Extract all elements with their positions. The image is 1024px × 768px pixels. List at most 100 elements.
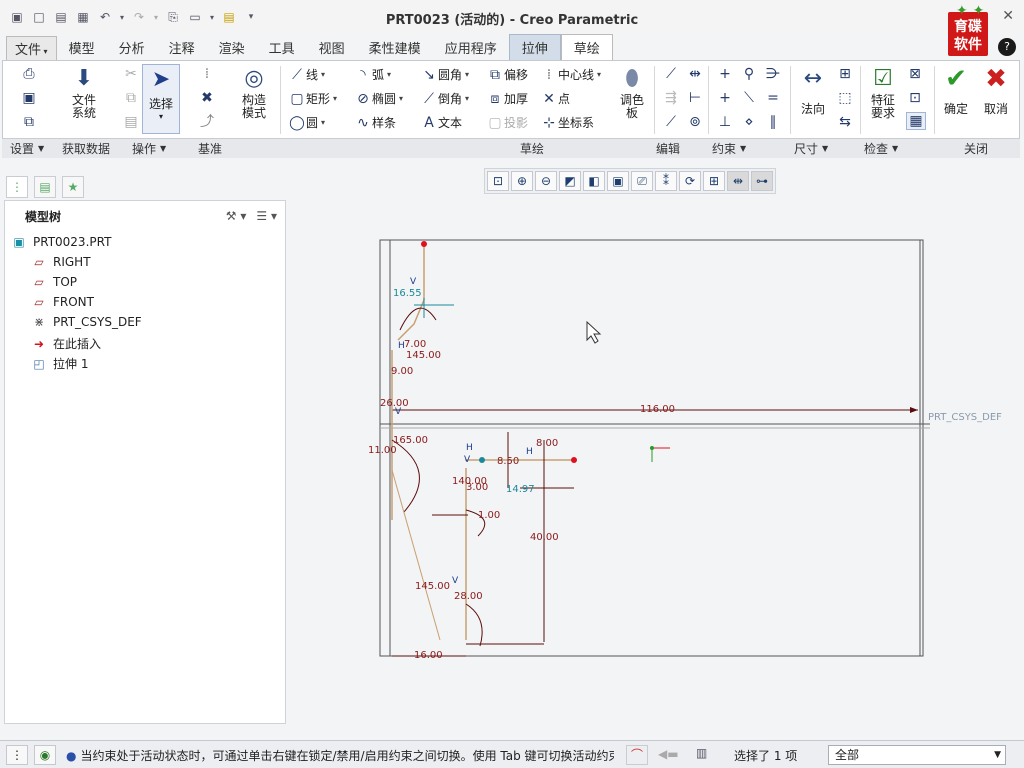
refit-icon[interactable]: ⊡	[487, 171, 509, 191]
close-icon[interactable]: ✕	[1002, 8, 1014, 24]
dimension-value[interactable]: 145.00	[406, 350, 441, 361]
circle-dropdown-icon[interactable]: ▾	[321, 118, 325, 127]
dimension-value[interactable]: 9.00	[391, 366, 413, 377]
tab-3[interactable]: 注释	[157, 35, 207, 60]
browser-toggle-icon[interactable]: ◉	[34, 744, 56, 765]
sketch-view-orient-icon[interactable]: ⎚	[631, 171, 653, 191]
constraint-symbol[interactable]: V	[464, 455, 471, 465]
customize-qat-icon[interactable]: ▾	[242, 8, 260, 26]
line-button[interactable]: ⟋ 线 ▾	[288, 66, 325, 83]
close-window-icon[interactable]: ▤	[220, 8, 238, 26]
dimension-value[interactable]: 8.00	[536, 438, 558, 449]
repaint-icon[interactable]: ◩	[559, 171, 581, 191]
constraint-symbol[interactable]: V	[410, 277, 417, 287]
cancel-button[interactable]: ✖ 取消	[980, 64, 1012, 117]
dimension-value[interactable]: 165.00	[393, 435, 428, 446]
construct-toggle-button[interactable]: ⁞	[198, 66, 216, 82]
group-label-2[interactable]: 操作 ▼	[124, 139, 190, 158]
sketch-setup-button[interactable]: ⎙	[20, 66, 38, 82]
baseline-dim-button[interactable]: ⇆	[836, 114, 854, 130]
folder-browser-tab-icon[interactable]: ▤	[34, 176, 56, 198]
line-dropdown-icon[interactable]: ▾	[321, 70, 325, 79]
dimension-value[interactable]: 3.00	[466, 482, 488, 493]
constraint-symbol[interactable]: H	[526, 447, 533, 457]
project-button[interactable]: ▢ 投影	[486, 114, 528, 131]
regenerate-icon[interactable]: ⎘	[164, 8, 182, 26]
arc-button[interactable]: ◝ 弧 ▾	[354, 66, 391, 83]
display-style-icon[interactable]: ◧	[583, 171, 605, 191]
reference-dim-button[interactable]: ⬚	[836, 90, 854, 106]
save-icon[interactable]: ▦	[74, 8, 92, 26]
select-dropdown-icon[interactable]: ▾	[159, 112, 163, 121]
centerline-button[interactable]: ⁞ 中心线 ▾	[540, 66, 601, 83]
zoom-in-icon[interactable]: ⊕	[511, 171, 533, 191]
dimension-value[interactable]: 16.55	[393, 288, 422, 299]
tree-item[interactable]: ▣ PRT0023.PRT	[11, 235, 111, 249]
midpoint-constraint-button[interactable]: ⋄	[740, 114, 758, 130]
constraint-display-icon[interactable]: ⊶	[751, 171, 773, 191]
selection-filter-select[interactable]: 全部 ▼	[828, 745, 1006, 765]
rotate-resize-button[interactable]: ⊚	[686, 114, 704, 130]
dimension-value[interactable]: 1.00	[478, 510, 500, 521]
highlight-open-ends-button[interactable]: ⊡	[906, 90, 924, 106]
tangent-constraint-button[interactable]: ⟍	[740, 90, 758, 106]
tab-8[interactable]: 应用程序	[433, 35, 509, 60]
tree-item[interactable]: ▱ TOP	[31, 275, 77, 289]
circle-button[interactable]: ◯ 圆 ▾	[288, 114, 325, 131]
graphics-area[interactable]: 16.55 7.00 145.00 9.00 26.00 116.00 11.00 165.0…	[292, 200, 1020, 730]
paste-button[interactable]: ▤	[122, 114, 140, 130]
tree-item[interactable]: ➜ 在此插入	[31, 335, 101, 352]
smart-select-icon[interactable]: ⌒	[626, 745, 648, 765]
horizontal-constraint-button[interactable]: +	[716, 90, 734, 106]
windows-icon[interactable]: ▭	[186, 8, 204, 26]
tab-7[interactable]: 柔性建模	[357, 35, 433, 60]
palette-button[interactable]: ⬮ 调色 板	[614, 64, 650, 120]
saved-views-icon[interactable]: ▣	[607, 171, 629, 191]
overlap-geometry-button[interactable]: ⊠	[906, 66, 924, 82]
tab-10[interactable]: 草绘	[560, 34, 613, 60]
zoom-out-icon[interactable]: ⊖	[535, 171, 557, 191]
undo-icon[interactable]: ↶	[96, 8, 114, 26]
point-button[interactable]: ✕ 点	[540, 90, 570, 107]
tab-6[interactable]: 视图	[307, 35, 357, 60]
tree-toggle-icon[interactable]: ⋮	[6, 744, 28, 765]
ok-button[interactable]: ✔ 确定	[940, 64, 972, 117]
spline-button[interactable]: ∿ 样条	[354, 114, 396, 131]
rectangle-button[interactable]: ▢ 矩形 ▾	[288, 90, 337, 107]
dimension-value[interactable]: 28.00	[454, 591, 483, 602]
tree-item[interactable]: ▱ RIGHT	[31, 255, 90, 269]
offset-button[interactable]: ⧉ 偏移	[486, 66, 528, 83]
constraint-symbol[interactable]: H	[466, 443, 473, 453]
arc-dropdown-icon[interactable]: ▾	[387, 70, 391, 79]
tree-item[interactable]: ◰ 拉伸 1	[31, 355, 88, 372]
tab-5[interactable]: 工具	[257, 35, 307, 60]
perimeter-dim-button[interactable]: ⊞	[836, 66, 854, 82]
feature-requirements-button[interactable]: ☑ 特征 要求	[864, 64, 902, 120]
ellipse-button[interactable]: ⊘ 椭圆 ▾	[354, 90, 403, 107]
copy-button[interactable]: ⧉	[122, 90, 140, 106]
select-button[interactable]: ➤ 选择 ▾	[142, 64, 180, 134]
parallel-constraint-button[interactable]: ∥	[764, 114, 782, 130]
windows-dropdown-icon[interactable]: ▾	[208, 8, 216, 26]
tab-1[interactable]: 模型	[57, 35, 107, 60]
constraint-symbol[interactable]: V	[452, 576, 459, 586]
open-folder-icon[interactable]: ▤	[52, 8, 70, 26]
selection-back-icon[interactable]: ◀▬	[658, 747, 679, 761]
sketch-view-button[interactable]: ⧉	[20, 114, 38, 130]
corner-button[interactable]: ⟋	[662, 114, 680, 130]
file-system-button[interactable]: ⬇ 文件 系统	[66, 64, 102, 120]
tree-item[interactable]: ▱ FRONT	[31, 295, 94, 309]
chamfer-button[interactable]: ⟋ 倒角 ▾	[420, 90, 469, 107]
perp-constraint-button[interactable]: ⊥	[716, 114, 734, 130]
new-file-icon[interactable]: □	[30, 8, 48, 26]
dimension-value[interactable]: 40.00	[530, 532, 559, 543]
datum-display-icon[interactable]: ⁑	[655, 171, 677, 191]
constraint-symbol[interactable]: V	[395, 407, 402, 417]
spin-center-icon[interactable]: ⟳	[679, 171, 701, 191]
annotation-display-icon[interactable]: ⊞	[703, 171, 725, 191]
group-label-7[interactable]: 尺寸 ▼	[786, 139, 856, 158]
selection-list-icon[interactable]: ▥	[696, 746, 707, 760]
fillet-dropdown-icon[interactable]: ▾	[465, 70, 469, 79]
delete-segment-button[interactable]: ⊢	[686, 90, 704, 106]
text-button[interactable]: A 文本	[420, 114, 462, 131]
